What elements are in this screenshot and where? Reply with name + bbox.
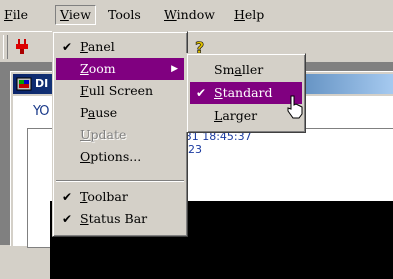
view-menu-toolbar[interactable]: ✔ Toolbar — [56, 186, 184, 208]
app-window-icon[interactable] — [16, 76, 32, 92]
menu-help-mnemonic: H — [234, 7, 245, 22]
connect-plug-icon[interactable] — [14, 39, 30, 55]
zoom-smaller[interactable]: Smaller — [190, 59, 302, 81]
update-mnemonic: U — [80, 127, 91, 142]
zoom-label: oom — [88, 61, 116, 76]
menu-tools[interactable]: Tools — [108, 6, 141, 24]
panel-label: anel — [87, 39, 115, 54]
status-bar-label: tatus Bar — [88, 211, 148, 226]
zoom-mnemonic: Z — [80, 61, 89, 76]
larger-label: arger — [222, 108, 258, 123]
view-menu-panel[interactable]: ✔ Panel — [56, 36, 184, 58]
update-label: pdate — [90, 127, 127, 142]
smaller-label: ller — [241, 62, 264, 77]
menu-help-label: elp — [244, 7, 265, 22]
heading-fragment: YO — [33, 104, 50, 119]
menu-bar: File View Tools Window Help — [0, 0, 393, 28]
view-menu-update: Update — [56, 124, 184, 146]
menu-view-label: iew — [68, 7, 91, 22]
view-menu: ✔ Panel Zoom ▶ Full Screen Pause Update O… — [52, 31, 188, 237]
menu-file-label: ile — [12, 7, 29, 22]
view-menu-status-bar[interactable]: ✔ Status Bar — [56, 208, 184, 230]
view-menu-full-screen[interactable]: Full Screen — [56, 80, 184, 102]
pause-pre: P — [80, 105, 88, 120]
options-label: ptions... — [90, 149, 142, 164]
status-bar-check-icon: ✔ — [62, 212, 73, 226]
view-menu-pause[interactable]: Pause — [56, 102, 184, 124]
full-screen-mnemonic: F — [80, 83, 89, 98]
menu-file-mnemonic: F — [4, 7, 13, 22]
pause-label: use — [95, 105, 118, 120]
options-mnemonic: O — [80, 149, 91, 164]
toolbar-check-icon: ✔ — [62, 190, 73, 204]
view-menu-zoom[interactable]: Zoom ▶ — [56, 58, 184, 80]
hand-cursor-icon — [287, 95, 303, 119]
menu-separator — [56, 180, 184, 182]
menu-window-mnemonic: W — [164, 7, 177, 22]
standard-mnemonic: S — [214, 85, 223, 100]
menu-view-mnemonic: V — [60, 7, 69, 22]
panel-check-icon: ✔ — [62, 40, 73, 54]
standard-label: tandard — [222, 85, 273, 100]
status-bar-mnemonic: S — [80, 211, 89, 226]
zoom-submenu: Smaller ✔ Standard Larger — [186, 53, 306, 133]
menu-file[interactable]: File — [4, 6, 28, 24]
menu-window-label: indow — [176, 7, 215, 22]
toolbar-grip[interactable] — [3, 35, 8, 59]
toolbar-label: oolbar — [87, 189, 128, 204]
menu-tools-label: Tools — [108, 7, 141, 22]
standard-check-icon: ✔ — [196, 86, 207, 100]
child-title-text: DI — [35, 77, 49, 90]
menu-view[interactable]: View — [55, 5, 96, 25]
menu-help[interactable]: Help — [234, 6, 264, 24]
smaller-pre: Sm — [214, 62, 235, 77]
panel-mnemonic: P — [80, 39, 88, 54]
view-menu-options[interactable]: Options... — [56, 146, 184, 168]
menu-window[interactable]: Window — [164, 6, 215, 24]
smaller-mnemonic: a — [234, 62, 242, 77]
submenu-arrow-icon: ▶ — [171, 64, 178, 74]
full-screen-label: ull Screen — [88, 83, 154, 98]
